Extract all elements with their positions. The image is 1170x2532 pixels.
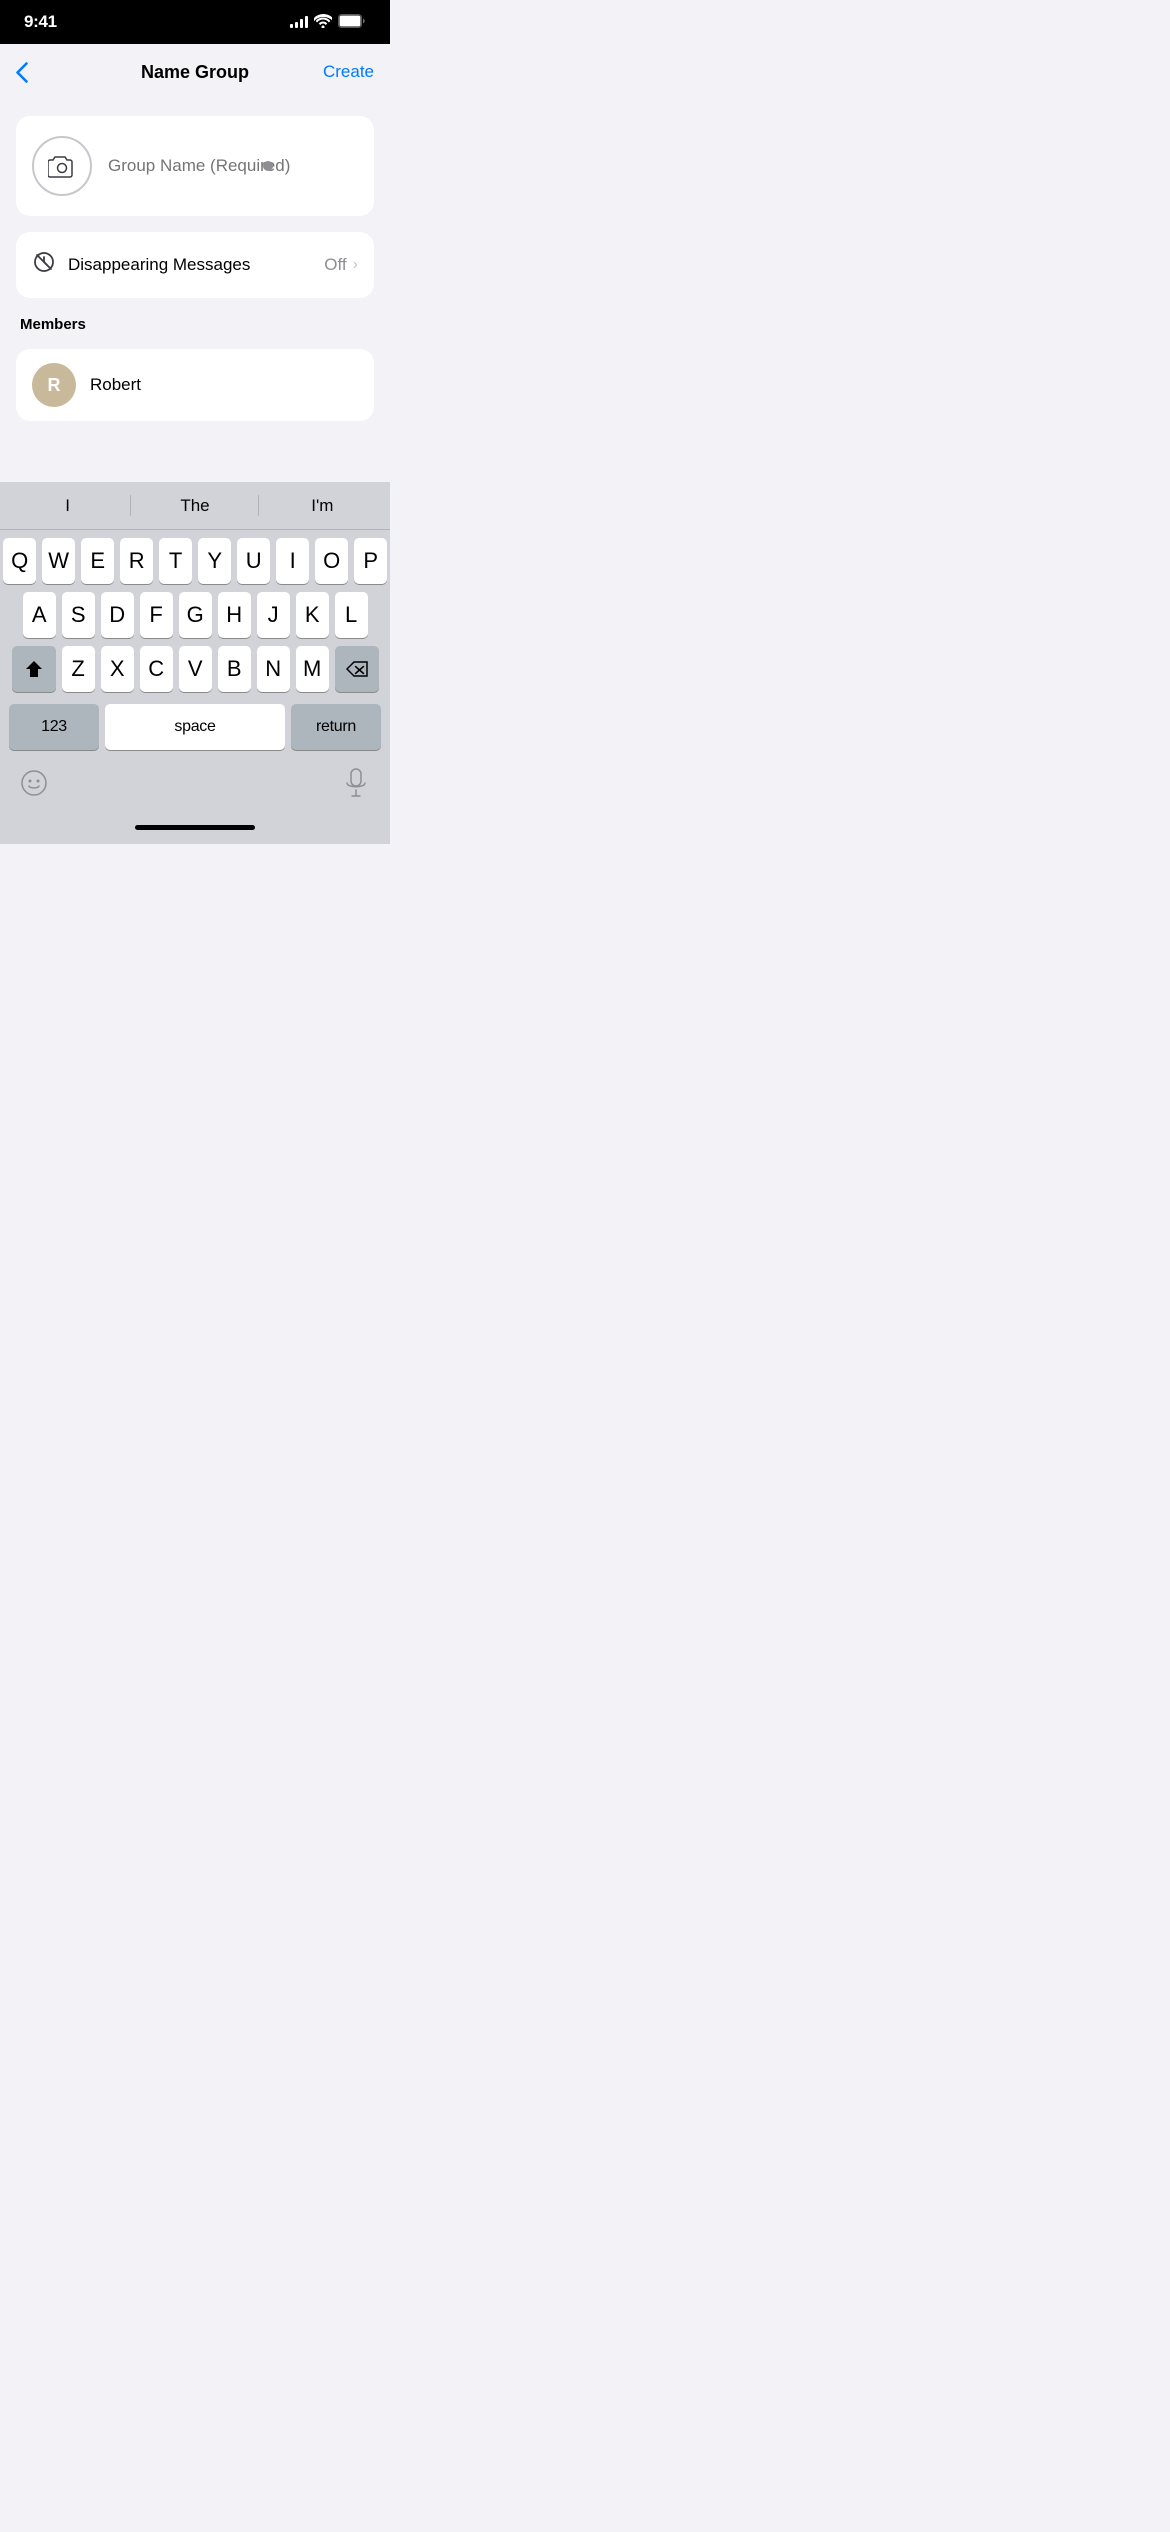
home-bar: [135, 825, 255, 830]
key-n[interactable]: N: [257, 646, 290, 692]
members-section: Members: [16, 314, 374, 333]
backspace-key[interactable]: [335, 646, 379, 692]
signal-icon: [290, 16, 308, 28]
key-v[interactable]: V: [179, 646, 212, 692]
keyboard: I The I'm Q W E R T Y U I O P A S D F G …: [0, 482, 390, 844]
camera-button[interactable]: [32, 136, 92, 196]
group-name-input[interactable]: [108, 156, 358, 176]
key-row-2: A S D F G H J K L: [3, 592, 387, 638]
disappearing-label: Disappearing Messages: [68, 255, 250, 275]
disappearing-right: Off ›: [324, 255, 358, 275]
predictive-word-1[interactable]: I: [4, 488, 131, 524]
table-row: R Robert: [16, 349, 374, 421]
key-g[interactable]: G: [179, 592, 212, 638]
numbers-key[interactable]: 123: [9, 704, 99, 750]
key-z[interactable]: Z: [62, 646, 95, 692]
return-key[interactable]: return: [291, 704, 381, 750]
member-name: Robert: [90, 375, 141, 395]
key-p[interactable]: P: [354, 538, 387, 584]
chevron-right-icon: ›: [353, 256, 358, 274]
status-icons: [290, 14, 366, 31]
key-q[interactable]: Q: [3, 538, 36, 584]
members-label: Members: [16, 316, 374, 333]
disappearing-messages-row[interactable]: Disappearing Messages Off ›: [16, 232, 374, 298]
keyboard-keys: Q W E R T Y U I O P A S D F G H J K L: [0, 530, 390, 760]
key-t[interactable]: T: [159, 538, 192, 584]
key-d[interactable]: D: [101, 592, 134, 638]
group-name-input-wrapper[interactable]: [108, 156, 358, 176]
key-e[interactable]: E: [81, 538, 114, 584]
battery-icon: [338, 14, 366, 31]
members-card: R Robert: [16, 349, 374, 421]
back-button[interactable]: [16, 62, 76, 83]
key-a[interactable]: A: [23, 592, 56, 638]
avatar: R: [32, 363, 76, 407]
home-indicator: [0, 810, 390, 844]
key-y[interactable]: Y: [198, 538, 231, 584]
text-cursor: [263, 161, 273, 171]
page-title: Name Group: [76, 62, 314, 83]
disappearing-left: Disappearing Messages: [32, 250, 250, 280]
key-k[interactable]: K: [296, 592, 329, 638]
key-l[interactable]: L: [335, 592, 368, 638]
key-f[interactable]: F: [140, 592, 173, 638]
key-j[interactable]: J: [257, 592, 290, 638]
key-u[interactable]: U: [237, 538, 270, 584]
group-name-card: [16, 116, 374, 216]
key-h[interactable]: H: [218, 592, 251, 638]
key-i[interactable]: I: [276, 538, 309, 584]
key-m[interactable]: M: [296, 646, 329, 692]
key-row-bottom: 123 space return: [3, 700, 387, 756]
status-bar: 9:41: [0, 0, 390, 44]
status-time: 9:41: [24, 12, 57, 32]
key-o[interactable]: O: [315, 538, 348, 584]
key-s[interactable]: S: [62, 592, 95, 638]
key-x[interactable]: X: [101, 646, 134, 692]
key-r[interactable]: R: [120, 538, 153, 584]
key-b[interactable]: B: [218, 646, 251, 692]
create-button[interactable]: Create: [314, 62, 374, 82]
emoji-button[interactable]: [12, 760, 56, 806]
predictive-word-2[interactable]: The: [131, 488, 258, 524]
nav-bar: Name Group Create: [0, 44, 390, 100]
main-content: Disappearing Messages Off › Members R Ro…: [0, 100, 390, 437]
predictive-bar: I The I'm: [0, 482, 390, 530]
space-key[interactable]: space: [105, 704, 285, 750]
disappearing-value: Off: [324, 255, 346, 275]
mic-button[interactable]: [334, 760, 378, 806]
key-c[interactable]: C: [140, 646, 173, 692]
key-w[interactable]: W: [42, 538, 75, 584]
key-row-3: Z X C V B N M: [3, 646, 387, 692]
key-row-1: Q W E R T Y U I O P: [3, 538, 387, 584]
wifi-icon: [314, 14, 332, 31]
shift-key[interactable]: [12, 646, 56, 692]
predictive-word-3[interactable]: I'm: [259, 488, 386, 524]
disappearing-icon: [32, 250, 56, 280]
